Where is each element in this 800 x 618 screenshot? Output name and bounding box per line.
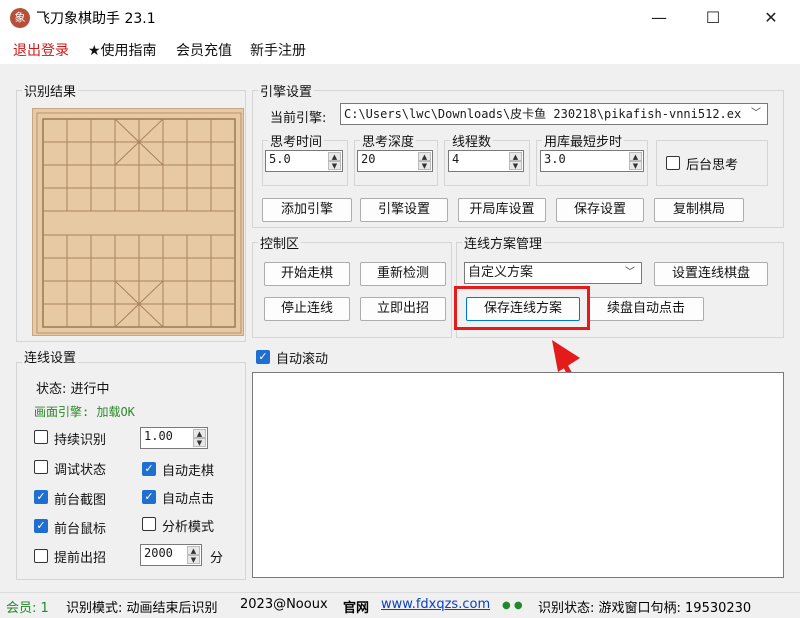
highlight-frame (454, 286, 590, 330)
chevron-down-icon: ﹀ (625, 267, 635, 278)
menu-register[interactable]: 新手注册 (250, 40, 306, 60)
current-engine-select[interactable]: C:\Users\lwc\Downloads\皮卡鱼 230218\pikafi… (340, 103, 768, 125)
set-board-button[interactable]: 设置连线棋盘 (654, 262, 768, 286)
auto-move-label: 自动走棋 (162, 464, 215, 479)
background-think-label: 后台思考 (686, 158, 739, 173)
opening-book-button[interactable]: 开局库设置 (458, 198, 546, 222)
auto-click-checkbox[interactable]: ✓ (142, 490, 156, 504)
continuous-recognition-checkbox[interactable] (34, 430, 48, 444)
debug-state-label: 调试状态 (54, 463, 107, 478)
recognition-mode: 识别模式: 动画结束后识别 (66, 601, 218, 616)
think-depth-stepper[interactable]: 20 ▲ ▼ (357, 150, 433, 172)
foreground-capture-label: 前台截图 (54, 493, 107, 508)
move-now-button[interactable]: 立即出招 (360, 297, 446, 321)
threads-stepper[interactable]: 4 ▲ ▼ (448, 150, 524, 172)
site-label: 官网 (343, 601, 370, 616)
spin-up-icon[interactable]: ▲ (418, 152, 431, 161)
window-title: 飞刀象棋助手 23.1 (36, 11, 156, 27)
menu-logout[interactable]: 退出登录 (13, 40, 69, 60)
close-icon[interactable]: ✕ (748, 0, 794, 36)
continuous-value: 1.00 (144, 429, 173, 443)
early-move-unit: 分 (210, 551, 224, 566)
threads-value: 4 (452, 152, 460, 166)
think-time-value: 5.0 (269, 152, 291, 166)
spin-up-icon[interactable]: ▲ (328, 152, 341, 161)
save-settings-button[interactable]: 保存设置 (556, 198, 644, 222)
auto-click-button[interactable]: 续盘自动点击 (588, 297, 704, 321)
app-logo-icon: 象 (10, 8, 30, 28)
scheme-title: 连线方案管理 (462, 233, 545, 252)
spin-down-icon[interactable]: ▼ (328, 161, 341, 170)
redetect-button[interactable]: 重新检测 (360, 262, 446, 286)
add-engine-button[interactable]: 添加引擎 (262, 198, 352, 222)
early-move-label: 提前出招 (54, 551, 107, 566)
minimize-icon[interactable]: — (636, 0, 682, 36)
spin-down-icon[interactable]: ▼ (509, 161, 522, 170)
link-settings-title: 连线设置 (22, 347, 79, 366)
current-engine-value: C:\Users\lwc\Downloads\皮卡鱼 230218\pikafi… (344, 107, 742, 121)
site-link[interactable]: www.fdxqzs.com (381, 597, 490, 612)
spin-up-icon[interactable]: ▲ (509, 152, 522, 161)
think-depth-value: 20 (361, 152, 376, 166)
status-label: 状态: 进行中 (36, 382, 110, 397)
think-time-label: 思考时间 (268, 131, 325, 150)
book-min-steps-value: 3.0 (544, 152, 566, 166)
continuous-stepper[interactable]: 1.00 ▲ ▼ (140, 427, 208, 449)
spin-down-icon[interactable]: ▼ (629, 161, 642, 170)
maximize-icon[interactable]: ☐ (690, 0, 736, 36)
menu-recharge[interactable]: 会员充值 (176, 40, 232, 60)
member-count: 会员: 1 (6, 601, 49, 616)
board-grid-svg (36, 112, 242, 334)
log-output[interactable] (252, 372, 784, 578)
spin-down-icon[interactable]: ▼ (193, 438, 206, 447)
continuous-recognition-label: 持续识别 (54, 433, 107, 448)
engine-settings-title: 引擎设置 (258, 81, 315, 100)
early-move-value: 2000 (144, 546, 173, 560)
foreground-capture-checkbox[interactable]: ✓ (34, 490, 48, 504)
copyright-text: 2023@Nooux (240, 597, 328, 612)
start-move-button[interactable]: 开始走棋 (264, 262, 350, 286)
analysis-mode-label: 分析模式 (162, 520, 215, 535)
spin-up-icon[interactable]: ▲ (193, 429, 206, 438)
menu-guide[interactable]: ★使用指南 (88, 40, 157, 60)
control-group (252, 242, 452, 338)
foreground-mouse-checkbox[interactable]: ✓ (34, 519, 48, 533)
recognition-title: 识别结果 (22, 81, 79, 100)
chess-board (32, 108, 244, 336)
recognition-state: 识别状态: 游戏窗口句柄: 19530230 (538, 601, 752, 616)
foreground-mouse-label: 前台鼠标 (54, 522, 107, 537)
think-time-stepper[interactable]: 5.0 ▲ ▼ (265, 150, 343, 172)
screen-engine-status: 画面引擎: 加载OK (34, 405, 135, 419)
book-min-steps-label: 用库最短步时 (542, 131, 625, 150)
current-engine-label: 当前引擎: (270, 111, 327, 126)
chevron-down-icon: ﹀ (751, 108, 761, 119)
spin-down-icon[interactable]: ▼ (187, 555, 200, 564)
copy-board-button[interactable]: 复制棋局 (654, 198, 744, 222)
auto-click-label: 自动点击 (162, 492, 215, 507)
book-min-steps-stepper[interactable]: 3.0 ▲ ▼ (540, 150, 644, 172)
threads-label: 线程数 (450, 131, 494, 150)
spin-up-icon[interactable]: ▲ (187, 546, 200, 555)
analysis-mode-checkbox[interactable] (142, 517, 156, 531)
spin-down-icon[interactable]: ▼ (418, 161, 431, 170)
scheme-selected: 自定义方案 (468, 265, 534, 280)
status-dots-icon: ● ● (502, 600, 523, 611)
spin-up-icon[interactable]: ▲ (629, 152, 642, 161)
scheme-select[interactable]: 自定义方案 ﹀ (464, 262, 642, 284)
stop-link-button[interactable]: 停止连线 (264, 297, 350, 321)
auto-move-checkbox[interactable]: ✓ (142, 462, 156, 476)
debug-state-checkbox[interactable] (34, 460, 48, 474)
background-think-checkbox[interactable] (666, 156, 680, 170)
engine-config-button[interactable]: 引擎设置 (360, 198, 448, 222)
control-title: 控制区 (258, 233, 302, 252)
early-move-checkbox[interactable] (34, 549, 48, 563)
auto-scroll-label: 自动滚动 (276, 352, 329, 367)
think-depth-label: 思考深度 (360, 131, 417, 150)
early-move-stepper[interactable]: 2000 ▲ ▼ (140, 544, 202, 566)
auto-scroll-checkbox[interactable]: ✓ (256, 350, 270, 364)
